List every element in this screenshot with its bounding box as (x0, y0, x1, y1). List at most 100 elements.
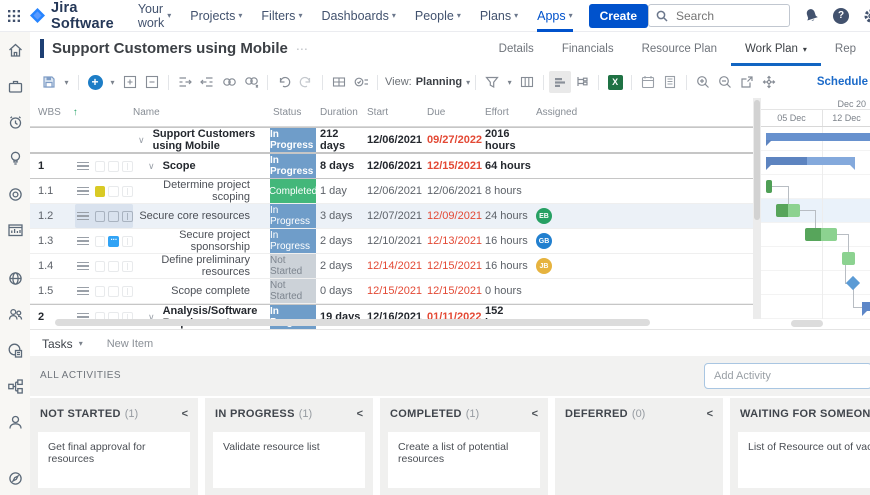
profile-person-icon[interactable] (7, 414, 24, 431)
outdent-icon[interactable] (196, 71, 218, 93)
split-view-icon[interactable] (122, 161, 133, 172)
gantt-task-bar[interactable] (842, 252, 855, 265)
tab-resource-plan[interactable]: Resource Plan (628, 43, 731, 66)
zoom-out-icon[interactable] (714, 71, 736, 93)
gantt-task-bar[interactable] (776, 204, 800, 217)
details-grid-icon[interactable] (659, 71, 681, 93)
indent-icon[interactable] (174, 71, 196, 93)
assignee-avatar[interactable]: JB (536, 258, 552, 274)
activity-card[interactable]: List of Resource out of vacat (738, 432, 870, 488)
tab-reports[interactable]: Rep (821, 43, 870, 66)
save-options-chevron-icon[interactable]: ▾ (60, 71, 73, 93)
activity-card[interactable]: Get final approval for resources (38, 432, 190, 488)
note-icon[interactable] (95, 211, 106, 222)
split-view-icon[interactable] (122, 186, 133, 197)
note-icon[interactable] (95, 161, 106, 172)
notifications-icon[interactable] (804, 8, 819, 23)
team-icon[interactable] (7, 306, 24, 323)
settings-gear-icon[interactable] (863, 8, 870, 24)
zoom-in-icon[interactable] (692, 71, 714, 93)
table-row-selected[interactable]: 1.2 Secure core resources In Progress 3 … (30, 204, 753, 229)
reports-chart-icon[interactable] (7, 222, 24, 239)
create-button[interactable]: Create (589, 4, 648, 28)
filter-chevron-icon[interactable]: ▾ (503, 71, 516, 93)
comment-icon[interactable] (108, 261, 119, 272)
comment-icon[interactable] (108, 286, 119, 297)
ideas-lightbulb-icon[interactable] (7, 150, 24, 167)
tab-financials[interactable]: Financials (548, 43, 628, 66)
structure-sitemap-icon[interactable] (7, 378, 24, 395)
gantt-summary-start[interactable] (862, 302, 870, 311)
drag-handle-icon[interactable] (77, 287, 89, 296)
gantt-summary-bar[interactable] (766, 157, 855, 165)
tasks-dropdown[interactable]: Tasks▾ (42, 337, 83, 351)
jira-brand[interactable]: Jira Software (30, 0, 114, 32)
expand-all-icon[interactable] (119, 71, 141, 93)
collapse-caret-icon[interactable]: ∨ (148, 161, 155, 172)
menu-filters[interactable]: Filters▾ (261, 0, 302, 32)
split-view-icon[interactable] (122, 286, 133, 297)
globe-icon[interactable] (7, 270, 24, 287)
more-icon[interactable]: ⋯ (296, 42, 309, 56)
export-excel-icon[interactable]: X (604, 71, 626, 93)
col-start[interactable]: Start (365, 107, 425, 118)
collapse-column-icon[interactable]: < (357, 408, 363, 420)
split-view-icon[interactable] (122, 236, 133, 247)
insert-row-icon[interactable] (328, 71, 350, 93)
split-view-icon[interactable] (122, 261, 133, 272)
search-box[interactable] (648, 4, 790, 27)
collapse-all-icon[interactable] (141, 71, 163, 93)
schedule-link[interactable]: Schedule (817, 76, 868, 88)
collapse-column-icon[interactable]: < (532, 408, 538, 420)
col-name[interactable]: Name (133, 107, 258, 118)
drag-handle-icon[interactable] (77, 162, 89, 171)
new-item-button[interactable]: New Item (107, 338, 153, 350)
save-icon[interactable] (38, 71, 60, 93)
table-row[interactable]: 1.4 Define preliminary resources Not Sta… (30, 254, 753, 279)
activity-card[interactable]: Validate resource list (213, 432, 365, 488)
recent-compass-icon[interactable] (7, 470, 24, 487)
assignee-avatar[interactable]: GB (536, 233, 552, 249)
col-due[interactable]: Due (425, 107, 483, 118)
add-item-icon[interactable]: + (84, 71, 106, 93)
collapse-column-icon[interactable]: < (182, 408, 188, 420)
tab-details[interactable]: Details (485, 43, 548, 66)
menu-dashboards[interactable]: Dashboards▾ (321, 0, 395, 32)
projects-briefcase-icon[interactable] (7, 78, 24, 95)
drag-handle-icon[interactable] (77, 262, 89, 271)
time-clock-icon[interactable] (7, 114, 24, 131)
tab-work-plan[interactable]: Work Plan▾ (731, 43, 821, 66)
gantt-bars-view-icon[interactable] (549, 71, 571, 93)
help-icon[interactable]: ? (833, 8, 849, 24)
note-icon[interactable] (95, 186, 106, 197)
split-view-icon[interactable] (122, 211, 133, 222)
comment-icon[interactable] (108, 161, 119, 172)
table-row[interactable]: 1.1 Determine project scoping Completed … (30, 179, 753, 204)
drag-handle-icon[interactable] (77, 187, 89, 196)
add-activity-input[interactable] (704, 363, 870, 389)
assignee-avatar[interactable]: EB (536, 208, 552, 224)
undo-icon[interactable] (273, 71, 295, 93)
vertical-scrollbar[interactable] (753, 98, 761, 319)
calendar-icon[interactable] (637, 71, 659, 93)
app-switcher-icon[interactable] (8, 10, 20, 22)
col-wbs[interactable]: WBS↑ (30, 107, 75, 118)
note-icon[interactable] (95, 286, 106, 297)
note-icon[interactable] (95, 261, 106, 272)
col-assigned[interactable]: Assigned (533, 107, 753, 118)
menu-apps[interactable]: Apps▾ (537, 0, 573, 32)
menu-plans[interactable]: Plans▾ (480, 0, 518, 32)
tree-view-icon[interactable] (571, 71, 593, 93)
table-row[interactable]: 1.3 Secure project sponsorship In Progre… (30, 229, 753, 254)
menu-people[interactable]: People▾ (415, 0, 461, 32)
task-options-icon[interactable] (350, 71, 372, 93)
table-row[interactable]: 1.5 Scope complete Not Started 0 days 12… (30, 279, 753, 304)
filter-icon[interactable] (481, 71, 503, 93)
goals-target-icon[interactable] (7, 186, 24, 203)
gantt-task-bar[interactable] (805, 228, 837, 241)
redo-icon[interactable] (295, 71, 317, 93)
collapse-caret-icon[interactable]: ∨ (138, 135, 145, 146)
report-document-icon[interactable] (7, 342, 24, 359)
activity-card[interactable]: Create a list of potential resources (388, 432, 540, 488)
add-options-chevron-icon[interactable]: ▾ (106, 71, 119, 93)
